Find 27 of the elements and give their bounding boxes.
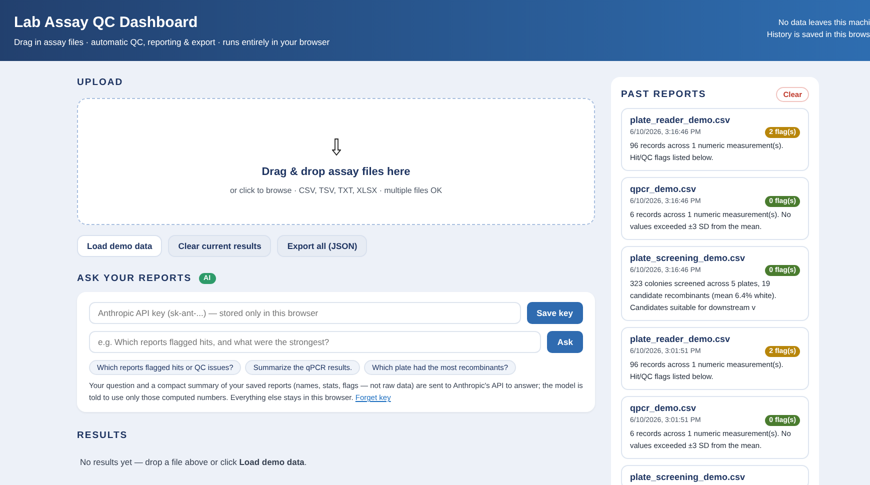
drop-title: Drag & drop assay files here (262, 166, 410, 178)
action-button[interactable]: Clear current results (168, 235, 272, 257)
section-heading: UPLOAD (77, 77, 124, 88)
report-name: plate_reader_demo.csv (630, 115, 732, 125)
action-button[interactable]: Export all (JSON) (277, 235, 368, 257)
ask-button[interactable]: Ask (547, 331, 583, 353)
save-key-button[interactable]: Save key (526, 302, 583, 324)
down-arrow-icon (332, 138, 340, 156)
drop-zone[interactable]: Drag & drop assay files here or click to browse · CSV, TSV, TXT, XLSX · multiple files OK (77, 98, 595, 225)
action-button[interactable]: Load demo data (77, 235, 162, 257)
privacy-note: No data leaves this machi (777, 17, 870, 29)
panel-heading: PAST REPORTS (621, 89, 706, 100)
app-subtitle: Drag in assay files · automatic QC, reporting & export · runs entirely in your browser (14, 37, 330, 47)
app-title: Lab Assay QC Dashboard (14, 14, 199, 31)
empty-message: No results yet — drop a file above or click Load demo data. (79, 457, 308, 467)
report-name: plate_screening_demo.csv (630, 253, 746, 263)
api-key-field[interactable]: Anthropic API key (sk-ant-...) — stored only in this browser (89, 302, 521, 324)
report-name: qpcr_demo.csv (630, 403, 698, 413)
report-name: qpcr_demo.csv (630, 184, 698, 194)
section-heading: ASK YOUR REPORTS (77, 273, 192, 284)
drop-hint: or click to browse · CSV, TSV, TXT, XLSX · multiple files OK (230, 186, 442, 195)
report-card[interactable]: plate_screening_demo.csv (621, 465, 809, 485)
report-name: plate_reader_demo.csv (630, 334, 732, 344)
privacy-note: History is saved in this brows (766, 29, 870, 41)
question-field[interactable]: e.g. Which reports flagged hits, and what were the strongest? (89, 331, 542, 353)
section-heading: RESULTS (77, 430, 129, 441)
report-name: plate_screening_demo.csv (630, 472, 746, 482)
